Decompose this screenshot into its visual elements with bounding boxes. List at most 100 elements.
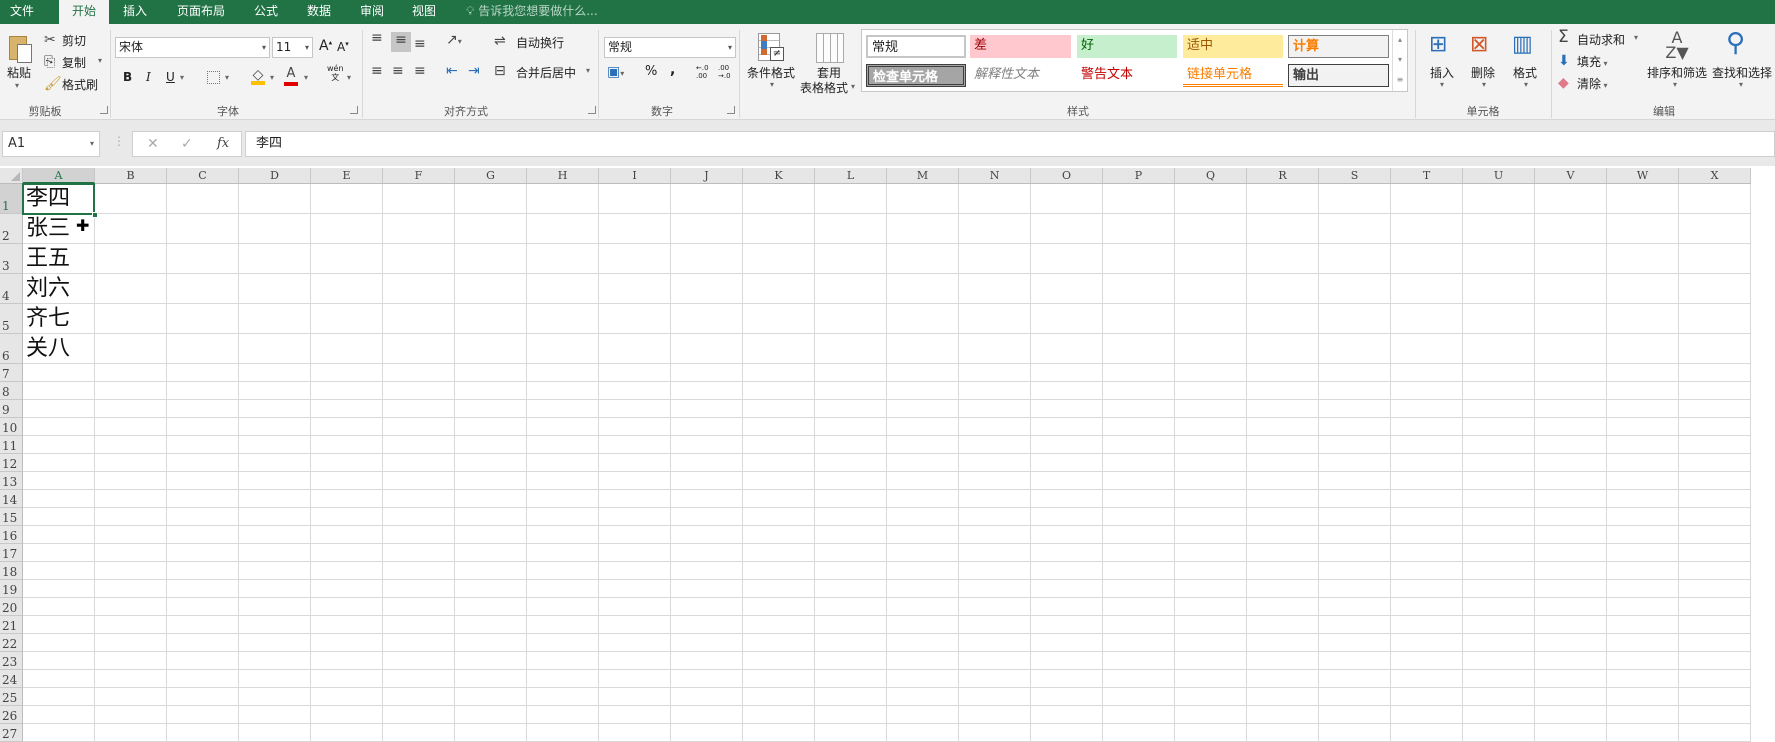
comma-button[interactable]: ,	[670, 62, 675, 78]
format-dropdown[interactable]: ▾	[1524, 80, 1528, 89]
cell-I4[interactable]	[599, 274, 671, 304]
cell-I25[interactable]	[599, 688, 671, 706]
cell-R22[interactable]	[1247, 634, 1319, 652]
cell-R10[interactable]	[1247, 418, 1319, 436]
paste-button[interactable]	[7, 32, 33, 64]
cell-L19[interactable]	[815, 580, 887, 598]
table-format-dropdown[interactable]: ▾	[851, 82, 855, 91]
cell-V25[interactable]	[1535, 688, 1607, 706]
cell-J21[interactable]	[671, 616, 743, 634]
cell-H10[interactable]	[527, 418, 599, 436]
cell-O15[interactable]	[1031, 508, 1103, 526]
cell-J24[interactable]	[671, 670, 743, 688]
cell-Q9[interactable]	[1175, 400, 1247, 418]
cell-J8[interactable]	[671, 382, 743, 400]
underline-button[interactable]: U	[166, 70, 175, 84]
cell-G20[interactable]	[455, 598, 527, 616]
cell-R20[interactable]	[1247, 598, 1319, 616]
cell-J26[interactable]	[671, 706, 743, 724]
cell-F27[interactable]	[383, 724, 455, 742]
cell-M3[interactable]	[887, 244, 959, 274]
cell-M9[interactable]	[887, 400, 959, 418]
cell-A6[interactable]: 关八	[23, 334, 95, 364]
cell-I7[interactable]	[599, 364, 671, 382]
cell-W15[interactable]	[1607, 508, 1679, 526]
cell-K1[interactable]	[743, 184, 815, 214]
cell-R21[interactable]	[1247, 616, 1319, 634]
cell-W14[interactable]	[1607, 490, 1679, 508]
cell-X14[interactable]	[1679, 490, 1751, 508]
cut-button[interactable]: 剪切	[62, 32, 86, 49]
cell-K2[interactable]	[743, 214, 815, 244]
cell-P19[interactable]	[1103, 580, 1175, 598]
cell-A26[interactable]	[23, 706, 95, 724]
cell-A9[interactable]	[23, 400, 95, 418]
cell-L22[interactable]	[815, 634, 887, 652]
chevron-down-icon[interactable]: ▾	[90, 132, 94, 156]
row-header-5[interactable]: 5	[0, 304, 23, 334]
cell-B12[interactable]	[95, 454, 167, 472]
cell-P2[interactable]	[1103, 214, 1175, 244]
cell-H14[interactable]	[527, 490, 599, 508]
format-cells-button[interactable]: 格式	[1513, 64, 1537, 81]
column-header-B[interactable]: B	[95, 168, 167, 184]
cell-R4[interactable]	[1247, 274, 1319, 304]
cell-T9[interactable]	[1391, 400, 1463, 418]
cell-F25[interactable]	[383, 688, 455, 706]
cell-A11[interactable]	[23, 436, 95, 454]
cell-D11[interactable]	[239, 436, 311, 454]
cell-C5[interactable]	[167, 304, 239, 334]
cell-S20[interactable]	[1319, 598, 1391, 616]
cell-B27[interactable]	[95, 724, 167, 742]
cell-R5[interactable]	[1247, 304, 1319, 334]
cell-T11[interactable]	[1391, 436, 1463, 454]
cell-S19[interactable]	[1319, 580, 1391, 598]
resize-handle-icon[interactable]: ⋮	[113, 134, 125, 148]
cell-E11[interactable]	[311, 436, 383, 454]
cell-R19[interactable]	[1247, 580, 1319, 598]
cell-W20[interactable]	[1607, 598, 1679, 616]
cell-L10[interactable]	[815, 418, 887, 436]
cell-U11[interactable]	[1463, 436, 1535, 454]
cell-H2[interactable]	[527, 214, 599, 244]
row-header-11[interactable]: 11	[0, 436, 23, 454]
cell-J25[interactable]	[671, 688, 743, 706]
cell-F6[interactable]	[383, 334, 455, 364]
cell-U1[interactable]	[1463, 184, 1535, 214]
row-header-19[interactable]: 19	[0, 580, 23, 598]
cell-K15[interactable]	[743, 508, 815, 526]
cell-C26[interactable]	[167, 706, 239, 724]
cell-S27[interactable]	[1319, 724, 1391, 742]
cell-M12[interactable]	[887, 454, 959, 472]
cell-M25[interactable]	[887, 688, 959, 706]
cell-A17[interactable]	[23, 544, 95, 562]
column-header-K[interactable]: K	[743, 168, 815, 184]
cell-O6[interactable]	[1031, 334, 1103, 364]
tab-review[interactable]: 审阅	[358, 0, 386, 24]
cell-D10[interactable]	[239, 418, 311, 436]
cell-D2[interactable]	[239, 214, 311, 244]
cell-K6[interactable]	[743, 334, 815, 364]
cell-I24[interactable]	[599, 670, 671, 688]
cell-O14[interactable]	[1031, 490, 1103, 508]
cell-J12[interactable]	[671, 454, 743, 472]
cell-J2[interactable]	[671, 214, 743, 244]
cell-V18[interactable]	[1535, 562, 1607, 580]
cell-I18[interactable]	[599, 562, 671, 580]
cell-W6[interactable]	[1607, 334, 1679, 364]
cell-D12[interactable]	[239, 454, 311, 472]
cell-L14[interactable]	[815, 490, 887, 508]
cell-P15[interactable]	[1103, 508, 1175, 526]
cell-C23[interactable]	[167, 652, 239, 670]
cell-V16[interactable]	[1535, 526, 1607, 544]
row-header-22[interactable]: 22	[0, 634, 23, 652]
insert-dropdown[interactable]: ▾	[1440, 80, 1444, 89]
cell-W10[interactable]	[1607, 418, 1679, 436]
cell-F21[interactable]	[383, 616, 455, 634]
cell-O26[interactable]	[1031, 706, 1103, 724]
cell-X22[interactable]	[1679, 634, 1751, 652]
cell-K27[interactable]	[743, 724, 815, 742]
cell-R24[interactable]	[1247, 670, 1319, 688]
cell-B21[interactable]	[95, 616, 167, 634]
cell-H13[interactable]	[527, 472, 599, 490]
